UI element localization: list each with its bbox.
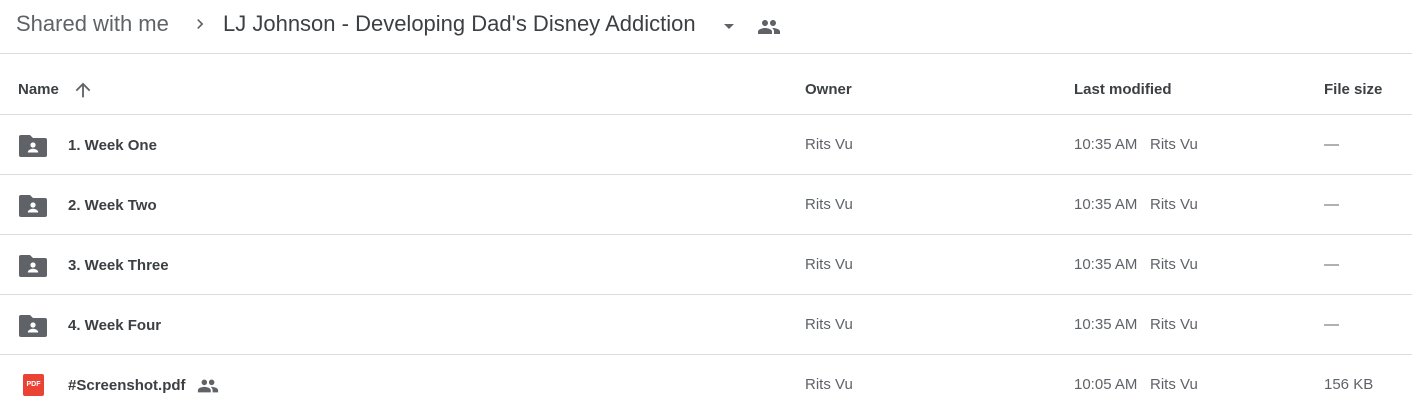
file-modified-time: 10:05 AM <box>1074 376 1138 393</box>
file-row[interactable]: 3. Week Three Rits Vu 10:35 AM Rits Vu — <box>0 235 1412 295</box>
file-name[interactable]: 3. Week Three <box>68 257 169 275</box>
people-icon <box>197 379 219 393</box>
file-name[interactable]: 1. Week One <box>68 137 157 155</box>
shared-folder-icon <box>19 255 47 277</box>
breadcrumb-current-folder[interactable]: LJ Johnson - Developing Dad's Disney Add… <box>223 10 696 38</box>
shared-folder-icon <box>19 315 47 337</box>
file-modified-time: 10:35 AM <box>1074 316 1138 333</box>
file-size: — <box>1324 316 1339 333</box>
shared-folder-icon <box>19 195 47 217</box>
file-size: — <box>1324 196 1339 213</box>
column-header-name[interactable]: Name <box>18 81 59 99</box>
file-owner: Rits Vu <box>805 316 853 333</box>
file-modified-time: 10:35 AM <box>1074 256 1138 273</box>
file-size: — <box>1324 136 1339 153</box>
file-row[interactable]: PDF #Screenshot.pdf Rits Vu 10:05 AM Rit… <box>0 355 1412 415</box>
file-owner: Rits Vu <box>805 256 853 273</box>
file-row[interactable]: 2. Week Two Rits Vu 10:35 AM Rits Vu — <box>0 175 1412 235</box>
file-size: 156 KB <box>1324 376 1374 393</box>
file-owner: Rits Vu <box>805 136 853 153</box>
file-modified-time: 10:35 AM <box>1074 196 1138 213</box>
breadcrumb-shared-with-me[interactable]: Shared with me <box>16 10 169 38</box>
pdf-icon: PDF <box>23 374 44 396</box>
file-size: — <box>1324 256 1339 273</box>
file-owner: Rits Vu <box>805 196 853 213</box>
file-modified-by: Rits Vu <box>1150 316 1198 333</box>
column-header-owner[interactable]: Owner <box>805 81 852 99</box>
people-icon <box>758 20 780 34</box>
sort-arrow-up-icon[interactable] <box>72 79 94 101</box>
file-modified-by: Rits Vu <box>1150 256 1198 273</box>
file-row[interactable]: 1. Week One Rits Vu 10:35 AM Rits Vu — <box>0 115 1412 175</box>
column-header-last-modified[interactable]: Last modified <box>1074 81 1172 99</box>
file-owner: Rits Vu <box>805 376 853 393</box>
file-modified-by: Rits Vu <box>1150 376 1198 393</box>
column-header-file-size[interactable]: File size <box>1324 81 1382 99</box>
file-modified-by: Rits Vu <box>1150 196 1198 213</box>
file-name[interactable]: #Screenshot.pdf <box>68 377 186 395</box>
file-name[interactable]: 2. Week Two <box>68 197 157 215</box>
chevron-right-icon <box>197 19 204 29</box>
file-modified-by: Rits Vu <box>1150 136 1198 153</box>
breadcrumb: Shared with me LJ Johnson - Developing D… <box>0 0 1412 54</box>
shared-folder-icon <box>19 135 47 157</box>
file-row[interactable]: 4. Week Four Rits Vu 10:35 AM Rits Vu — <box>0 295 1412 355</box>
caret-down-icon[interactable] <box>717 14 741 38</box>
column-header-row: Name Owner Last modified File size <box>0 55 1412 115</box>
file-name[interactable]: 4. Week Four <box>68 317 161 335</box>
file-modified-time: 10:35 AM <box>1074 136 1138 153</box>
